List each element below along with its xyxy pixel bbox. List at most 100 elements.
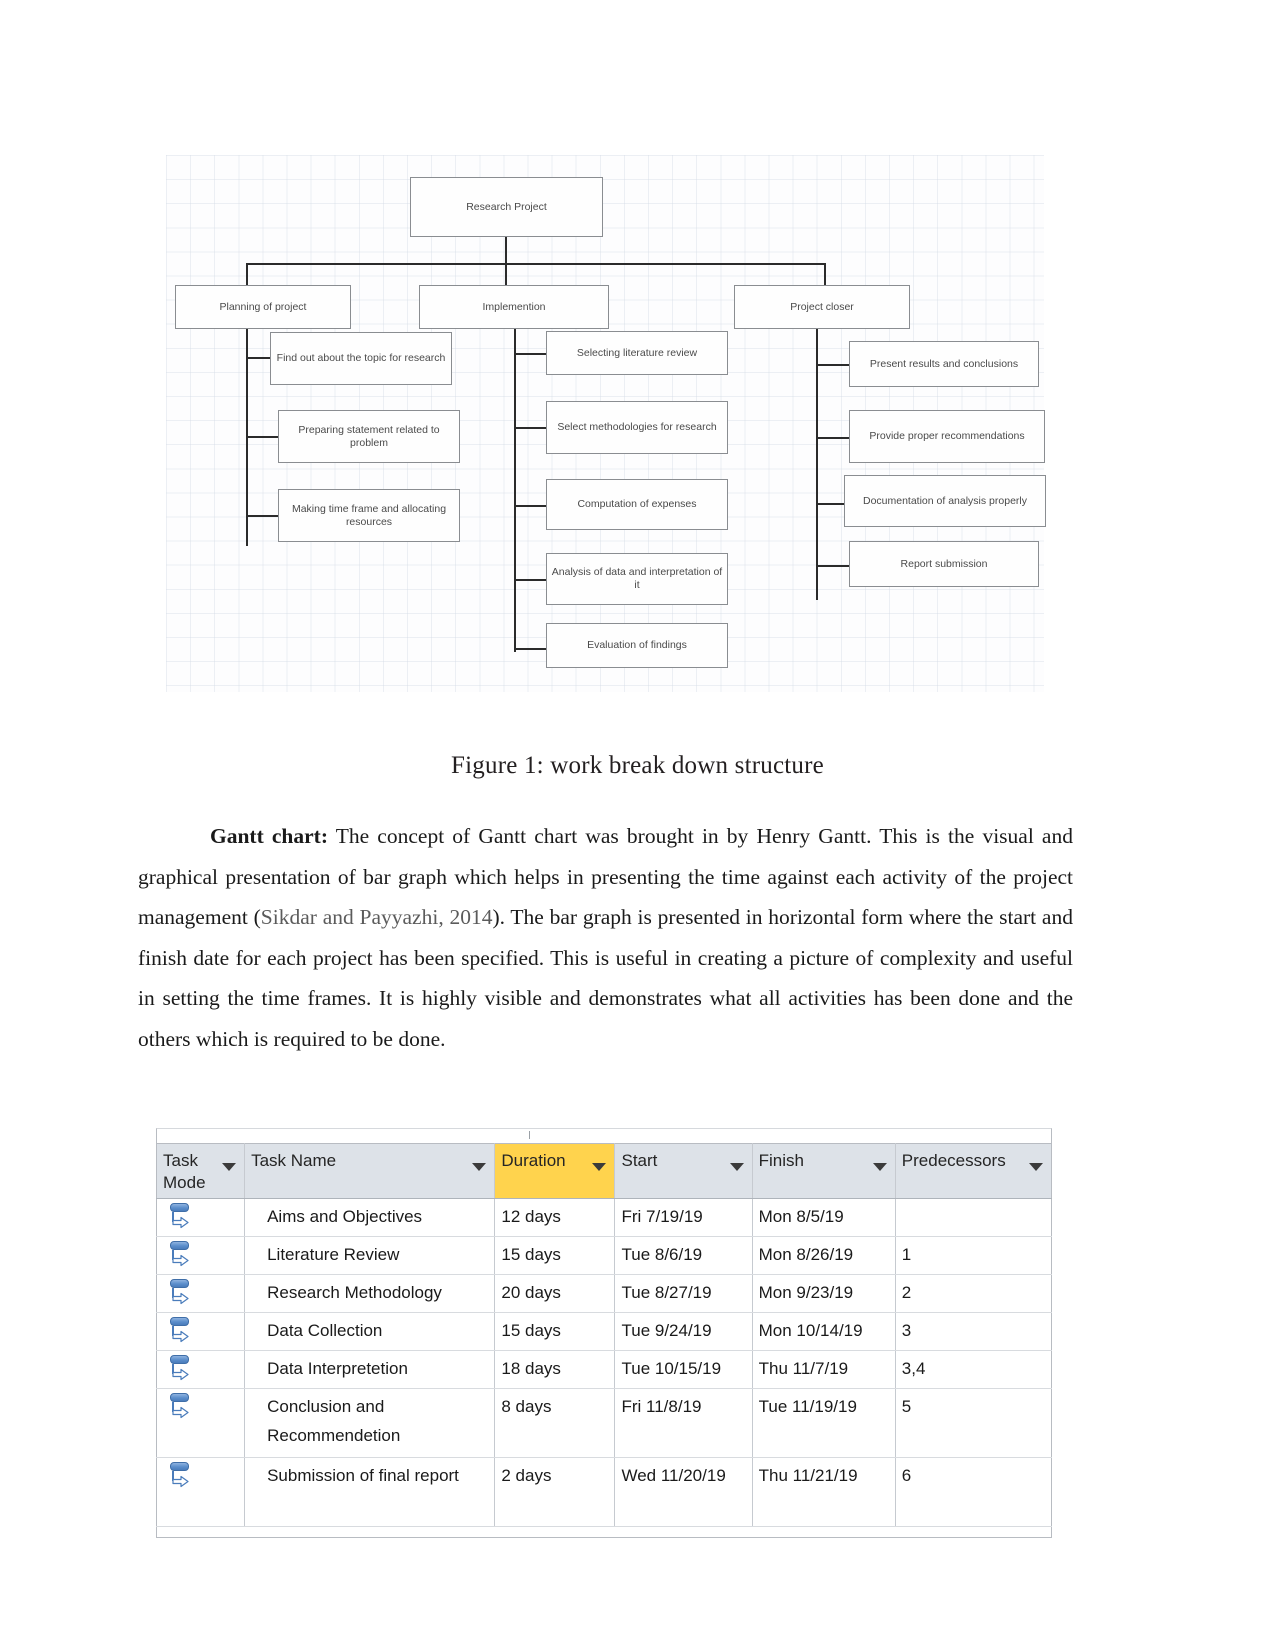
table-row[interactable]: Aims and Objectives 12 days Fri 7/19/19 … [156,1198,1052,1237]
figure-caption: Figure 1: work break down structure [451,752,824,779]
table-top-strip [156,1128,1052,1143]
table-row[interactable]: Research Methodology 20 days Tue 8/27/19… [156,1274,1052,1313]
wbs-stub-impl-3 [514,505,547,507]
chevron-down-icon[interactable] [592,1163,607,1171]
wbs-leaf-preparing-statement: Preparing statement related to problem [278,410,460,463]
task-name-cell: Submission of final report [244,1457,496,1527]
duration-cell: 15 days [494,1236,616,1275]
task-mode-cell[interactable] [156,1236,246,1275]
start-cell: Tue 9/24/19 [614,1312,753,1351]
wbs-stub-impl-2 [514,427,547,429]
finish-cell: Thu 11/21/19 [752,1457,896,1527]
paragraph-lead-bold: Gantt chart: [210,824,328,848]
table-row[interactable]: Submission of final report 2 days Wed 11… [156,1457,1052,1527]
wbs-leaf-computation-of-expenses: Computation of expenses [546,479,728,530]
column-header-task-mode-label: Task Mode [163,1151,206,1192]
wbs-spine-implemention [514,322,516,652]
wbs-spine-planning [246,322,248,546]
wbs-leaf-making-time-frame: Making time frame and allocating resourc… [278,489,460,542]
wbs-stub-planning-2 [246,436,279,438]
duration-cell: 8 days [494,1388,616,1458]
predecessors-cell [895,1198,1052,1237]
wbs-stub-closer-1 [816,364,849,366]
document-page: Research Project Planning of project Imp… [0,0,1275,1651]
column-header-task-mode[interactable]: Task Mode [156,1143,246,1199]
chevron-down-icon[interactable] [872,1163,887,1171]
task-mode-cell[interactable] [156,1312,246,1351]
column-header-predecessors[interactable]: Predecessors [895,1143,1052,1199]
wbs-leaf-present-results-and-conclusions: Present results and conclusions [849,341,1039,387]
task-mode-cell[interactable] [156,1350,246,1389]
wbs-stub-impl-1 [514,353,547,355]
duration-cell: 12 days [494,1198,616,1237]
task-name-cell: Research Methodology [244,1274,496,1313]
task-name-cell: Literature Review [244,1236,496,1275]
task-grid-body: Aims and Objectives 12 days Fri 7/19/19 … [156,1198,1052,1527]
duration-cell: 18 days [494,1350,616,1389]
predecessors-cell: 1 [895,1236,1052,1275]
wbs-connector-branch2-down [505,263,507,285]
column-header-duration[interactable]: Duration [494,1143,616,1199]
wbs-connector-branch3-down [824,263,826,285]
auto-scheduled-icon [169,1355,195,1383]
task-mode-cell[interactable] [156,1457,246,1527]
task-mode-cell[interactable] [156,1274,246,1313]
wbs-leaf-evaluation-of-findings: Evaluation of findings [546,623,728,668]
body-paragraph: Gantt chart: The concept of Gantt chart … [138,816,1073,1059]
table-header-row: Task Mode Task Name Duration Start Finis… [156,1143,1052,1199]
column-header-start[interactable]: Start [614,1143,753,1199]
task-grid: Task Mode Task Name Duration Start Finis… [156,1143,1052,1527]
wbs-leaf-documentation-of-analysis: Documentation of analysis properly [844,475,1046,527]
wbs-node-implemention: Implemention [419,285,609,329]
wbs-leaf-analysis-of-data: Analysis of data and interpretation of i… [546,553,728,605]
auto-scheduled-icon [169,1393,195,1421]
predecessors-cell: 6 [895,1457,1052,1527]
finish-cell: Mon 10/14/19 [752,1312,896,1351]
wbs-stub-closer-4 [816,565,849,567]
chevron-down-icon[interactable] [729,1163,744,1171]
task-name-cell: Conclusion and Recommendetion [244,1388,496,1458]
chevron-down-icon[interactable] [472,1163,487,1171]
start-cell: Fri 11/8/19 [614,1388,753,1458]
table-row[interactable]: Literature Review 15 days Tue 8/6/19 Mon… [156,1236,1052,1275]
start-cell: Tue 8/27/19 [614,1274,753,1313]
table-bottom-strip [156,1527,1052,1538]
column-header-finish-label: Finish [758,1151,804,1170]
auto-scheduled-icon [169,1462,195,1490]
task-mode-cell[interactable] [156,1198,246,1237]
wbs-node-project-closer: Project closer [734,285,910,329]
finish-cell: Mon 9/23/19 [752,1274,896,1313]
task-mode-cell[interactable] [156,1388,246,1458]
wbs-leaf-select-methodologies: Select methodologies for research [546,401,728,454]
wbs-leaf-report-submission: Report submission [849,541,1039,587]
finish-cell: Mon 8/26/19 [752,1236,896,1275]
wbs-node-planning-of-project: Planning of project [175,285,351,329]
wbs-node-root: Research Project [410,177,603,237]
timescale-tick [529,1131,530,1139]
wbs-leaf-provide-proper-recommendations: Provide proper recommendations [849,410,1045,463]
auto-scheduled-icon [169,1279,195,1307]
wbs-stub-closer-2 [816,437,849,439]
column-header-task-name[interactable]: Task Name [244,1143,496,1199]
table-row[interactable]: Conclusion and Recommendetion 8 days Fri… [156,1388,1052,1458]
column-header-finish[interactable]: Finish [752,1143,896,1199]
table-row[interactable]: Data Collection 15 days Tue 9/24/19 Mon … [156,1312,1052,1351]
wbs-diagram: Research Project Planning of project Imp… [166,155,1046,692]
predecessors-cell: 3 [895,1312,1052,1351]
task-name-cell: Data Interpretetion [244,1350,496,1389]
wbs-stub-impl-5 [514,648,547,650]
wbs-connector-level1-bus [246,263,826,265]
auto-scheduled-icon [169,1317,195,1345]
chevron-down-icon[interactable] [1029,1163,1043,1171]
chevron-down-icon[interactable] [222,1163,237,1171]
column-header-start-label: Start [621,1151,658,1170]
wbs-connector-root-down [505,237,507,265]
table-row[interactable]: Data Interpretetion 18 days Tue 10/15/19… [156,1350,1052,1389]
finish-cell: Thu 11/7/19 [752,1350,896,1389]
duration-cell: 15 days [494,1312,616,1351]
finish-cell: Mon 8/5/19 [752,1198,896,1237]
wbs-stub-impl-4 [514,579,547,581]
finish-cell: Tue 11/19/19 [752,1388,896,1458]
task-name-cell: Aims and Objectives [244,1198,496,1237]
wbs-stub-planning-1 [246,357,271,359]
